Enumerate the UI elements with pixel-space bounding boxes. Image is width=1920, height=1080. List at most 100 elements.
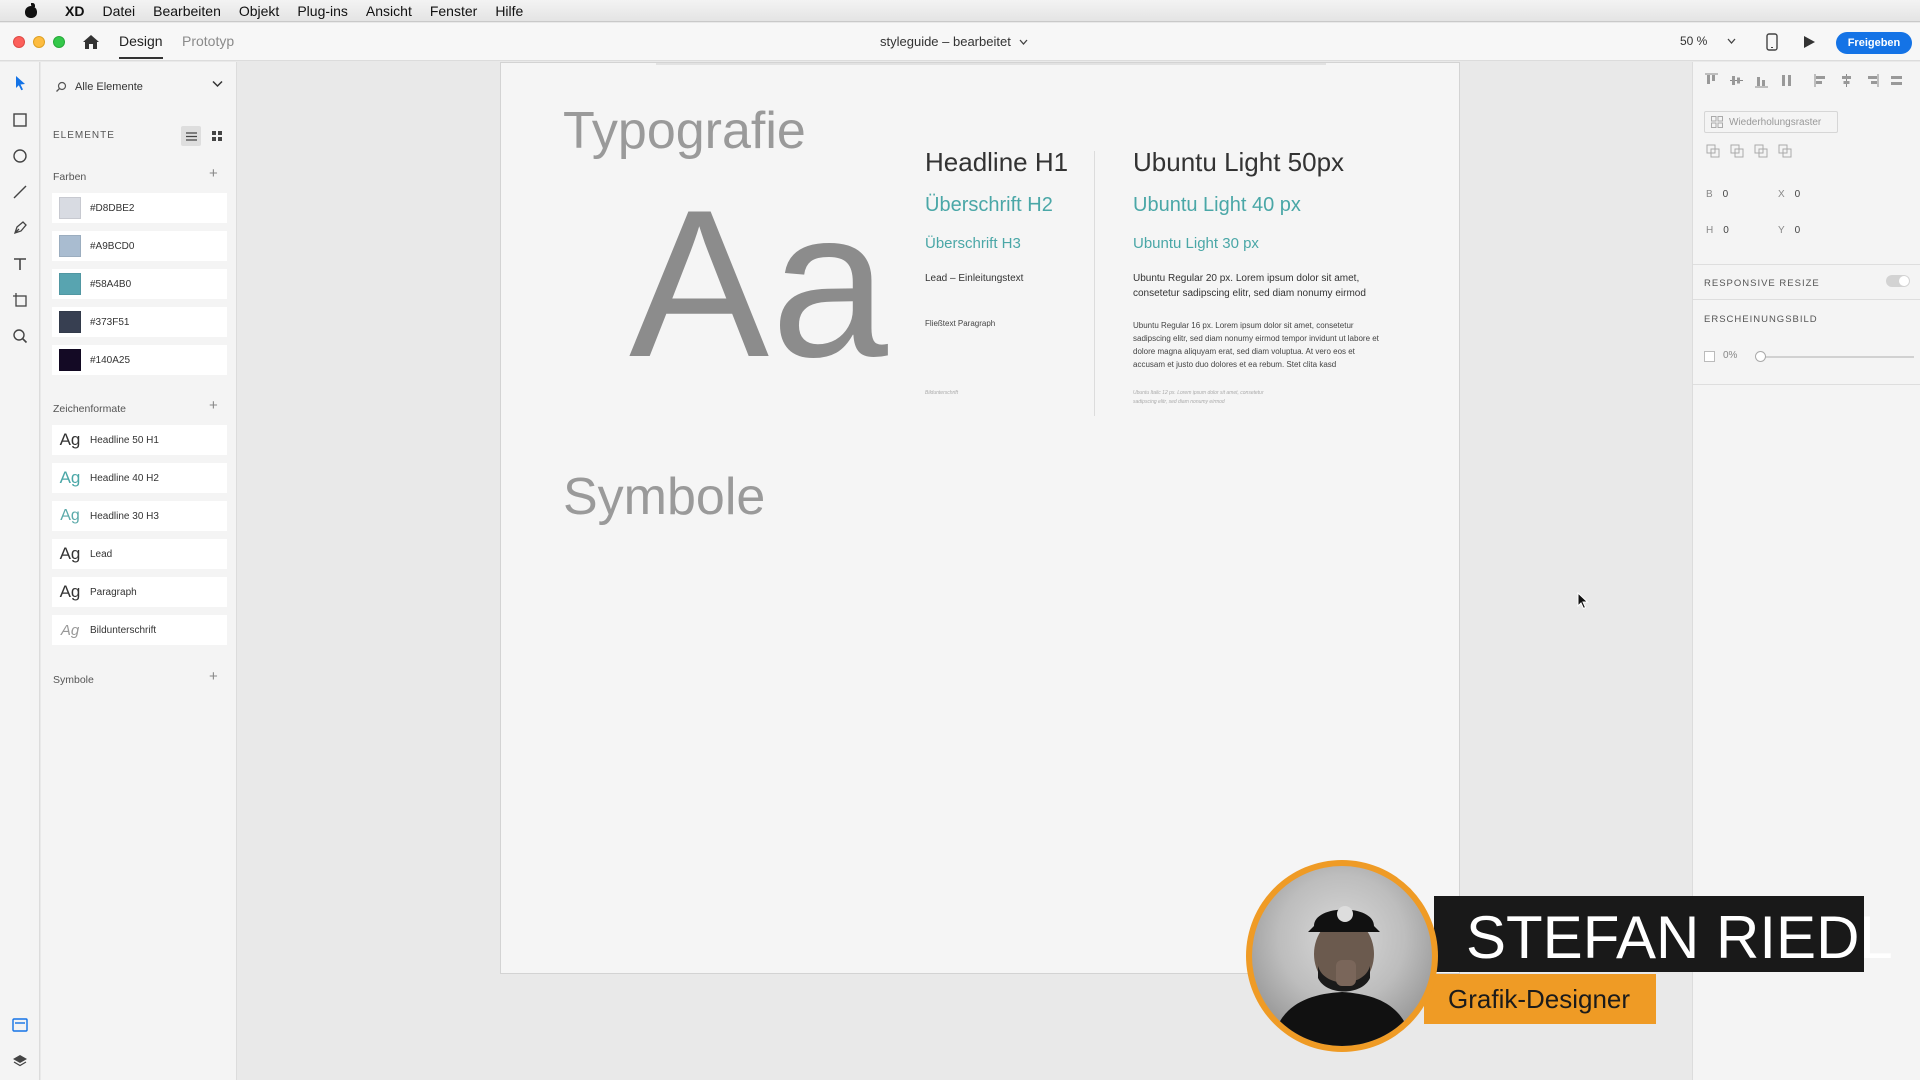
- height-field[interactable]: H0: [1706, 225, 1729, 236]
- spec-paragraph[interactable]: Ubuntu Regular 16 px. Lorem ipsum dolor …: [1133, 319, 1379, 371]
- color-swatch-row[interactable]: #58A4B0: [52, 269, 227, 299]
- symbols-heading[interactable]: Symbole: [563, 467, 765, 527]
- apple-icon[interactable]: [20, 2, 42, 19]
- presenter-portrait: [1246, 860, 1438, 1052]
- align-left-icon[interactable]: [1813, 72, 1830, 89]
- opacity-slider-thumb[interactable]: [1755, 351, 1766, 362]
- device-preview-icon[interactable]: [1766, 33, 1778, 51]
- sample-h1[interactable]: Headline H1: [925, 147, 1068, 178]
- char-style-row[interactable]: Ag Headline 40 H2: [52, 463, 227, 493]
- grid-view-button[interactable]: [207, 126, 227, 146]
- add-color-icon[interactable]: +: [209, 165, 218, 182]
- spec-h3[interactable]: Ubuntu Light 30 px: [1133, 235, 1259, 252]
- typography-heading[interactable]: Typografie: [563, 101, 806, 161]
- rectangle-tool-icon[interactable]: [11, 111, 29, 129]
- select-tool-icon[interactable]: [11, 74, 29, 92]
- pen-tool-icon[interactable]: [11, 219, 29, 237]
- char-style-sample: Ag: [60, 621, 80, 639]
- color-swatch-row[interactable]: #140A25: [52, 345, 227, 375]
- char-style-row[interactable]: Ag Paragraph: [52, 577, 227, 607]
- add-char-style-icon[interactable]: +: [209, 397, 218, 414]
- char-style-row[interactable]: Ag Headline 30 H3: [52, 501, 227, 531]
- line-tool-icon[interactable]: [11, 183, 29, 201]
- sample-caption[interactable]: Bildunterschrift: [925, 389, 958, 398]
- boolean-intersect-icon[interactable]: [1753, 143, 1769, 159]
- boolean-operations: [1705, 143, 1793, 159]
- width-value: 0: [1722, 189, 1729, 200]
- menu-datei[interactable]: Datei: [93, 3, 144, 19]
- char-style-label: Lead: [90, 548, 113, 560]
- list-view-button[interactable]: [181, 126, 201, 146]
- zoom-tool-icon[interactable]: [11, 327, 29, 345]
- type-sample-glyph[interactable]: Aa: [629, 163, 890, 405]
- boolean-add-icon[interactable]: [1705, 143, 1721, 159]
- close-window-button[interactable]: [13, 36, 25, 48]
- minimize-window-button[interactable]: [33, 36, 45, 48]
- boolean-subtract-icon[interactable]: [1729, 143, 1745, 159]
- sample-paragraph[interactable]: Fließtext Paragraph: [925, 317, 995, 330]
- assets-panel-icon[interactable]: [11, 1016, 29, 1034]
- ellipse-tool-icon[interactable]: [11, 147, 29, 165]
- menu-plugins[interactable]: Plug-ins: [288, 3, 357, 19]
- align-center-icon[interactable]: [1838, 72, 1855, 89]
- add-symbol-icon[interactable]: +: [209, 668, 218, 685]
- color-swatch-row[interactable]: #A9BCD0: [52, 231, 227, 261]
- share-button[interactable]: Freigeben: [1836, 32, 1912, 54]
- repeat-grid-button[interactable]: Wiederholungsraster: [1704, 111, 1838, 133]
- layers-icon[interactable]: [11, 1052, 29, 1070]
- repeat-grid-label: Wiederholungsraster: [1729, 116, 1822, 128]
- align-top-icon[interactable]: [1703, 72, 1720, 89]
- spec-h2[interactable]: Ubuntu Light 40 px: [1133, 194, 1301, 217]
- menu-objekt[interactable]: Objekt: [230, 3, 288, 19]
- align-right-icon[interactable]: [1863, 72, 1880, 89]
- char-style-row[interactable]: Ag Headline 50 H1: [52, 425, 227, 455]
- color-swatch-row[interactable]: #373F51: [52, 307, 227, 337]
- zoom-window-button[interactable]: [53, 36, 65, 48]
- char-style-row[interactable]: Ag Lead: [52, 539, 227, 569]
- sample-lead[interactable]: Lead – Einleitungstext: [925, 271, 1023, 286]
- boolean-exclude-icon[interactable]: [1777, 143, 1793, 159]
- char-style-row[interactable]: Ag Bildunterschrift: [52, 615, 227, 645]
- menu-ansicht[interactable]: Ansicht: [357, 3, 421, 19]
- opacity-slider-track[interactable]: [1758, 356, 1914, 358]
- y-field[interactable]: Y0: [1778, 225, 1800, 236]
- menu-app[interactable]: XD: [56, 3, 93, 19]
- tab-design[interactable]: Design: [119, 33, 163, 59]
- sample-h3[interactable]: Überschrift H3: [925, 235, 1021, 252]
- menu-bearbeiten[interactable]: Bearbeiten: [144, 3, 230, 19]
- opacity-value[interactable]: 0%: [1723, 350, 1737, 361]
- spec-caption[interactable]: Ubuntu Italic 12 px. Lorem ipsum dolor s…: [1133, 389, 1283, 407]
- responsive-resize-toggle[interactable]: [1886, 275, 1910, 287]
- x-label: X: [1778, 189, 1785, 200]
- x-field[interactable]: X0: [1778, 189, 1800, 200]
- asset-filter[interactable]: Alle Elemente: [51, 76, 227, 98]
- menu-hilfe[interactable]: Hilfe: [486, 3, 532, 19]
- opacity-control: 0%: [1704, 348, 1914, 364]
- spec-lead[interactable]: Ubuntu Regular 20 px. Lorem ipsum dolor …: [1133, 271, 1383, 301]
- artboard-tool-icon[interactable]: [11, 291, 29, 309]
- align-bottom-icon[interactable]: [1753, 72, 1770, 89]
- artboard-styleguide[interactable]: Typografie Aa Headline H1 Überschrift H2…: [500, 62, 1460, 974]
- divider: [1693, 299, 1920, 300]
- text-tool-icon[interactable]: [11, 255, 29, 273]
- document-title[interactable]: styleguide – bearbeitet: [880, 34, 1028, 49]
- sample-h2[interactable]: Überschrift H2: [925, 194, 1053, 217]
- document-title-text: styleguide – bearbeitet: [880, 34, 1011, 49]
- menu-fenster[interactable]: Fenster: [421, 3, 486, 19]
- home-icon[interactable]: [82, 34, 100, 50]
- zoom-select[interactable]: 50 %: [1680, 34, 1736, 48]
- tab-prototype[interactable]: Prototyp: [182, 33, 234, 49]
- align-middle-icon[interactable]: [1728, 72, 1745, 89]
- tool-bar: [0, 62, 40, 1080]
- distribute-vertical-icon[interactable]: [1778, 72, 1795, 89]
- distribute-horizontal-icon[interactable]: [1888, 72, 1905, 89]
- char-style-sample: Ag: [60, 507, 80, 524]
- spec-h1[interactable]: Ubuntu Light 50px: [1133, 147, 1344, 178]
- play-icon[interactable]: [1802, 35, 1816, 49]
- color-swatch-row[interactable]: #D8DBE2: [52, 193, 227, 223]
- opacity-checkbox[interactable]: [1704, 351, 1715, 362]
- char-styles-group-title: Zeichenformate: [53, 403, 126, 415]
- title-bar: Design Prototyp styleguide – bearbeitet …: [0, 23, 1920, 61]
- width-field[interactable]: B0: [1706, 189, 1728, 200]
- char-style-sample: Ag: [59, 582, 81, 601]
